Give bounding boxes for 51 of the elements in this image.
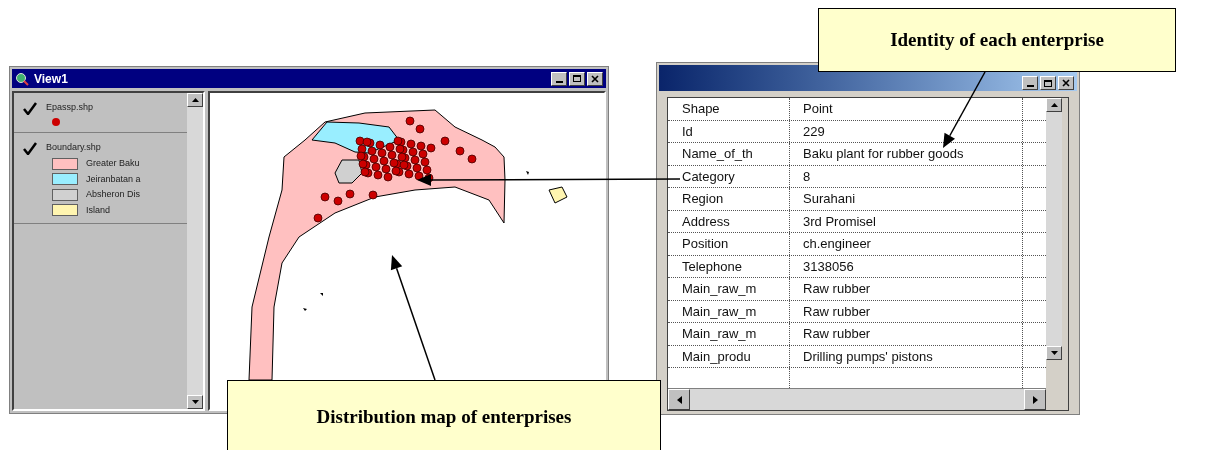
close-icon (591, 74, 599, 83)
field-value-cell: Raw rubber (790, 323, 1023, 345)
field-name-cell: Name_of_th (668, 143, 790, 165)
close-button[interactable] (587, 71, 603, 86)
field-value-cell: 3rd Promisel (790, 210, 1023, 232)
layer-name: Epassp.shp (46, 101, 94, 115)
field-value-cell: 3138056 (790, 255, 1023, 277)
legend-label: Jeiranbatan a (86, 172, 141, 186)
field-name-cell: Main_raw_m (668, 278, 790, 300)
horizontal-scrollbar[interactable] (668, 388, 1046, 410)
field-name-cell: Position (668, 233, 790, 255)
down-caret-icon (191, 400, 199, 404)
visibility-checkbox[interactable] (22, 101, 38, 115)
close-icon (1062, 79, 1070, 87)
field-value-cell: Raw rubber (790, 278, 1023, 300)
up-caret-icon (1050, 103, 1058, 107)
globe-magnifier-icon (15, 71, 29, 86)
field-name-cell: Main_produ (668, 345, 790, 367)
legend-label: Absheron Dis (86, 188, 141, 201)
window-title: View1 (34, 70, 69, 88)
field-name-cell: Address (668, 210, 790, 232)
right-caret-icon (1032, 395, 1038, 404)
down-caret-icon (1050, 351, 1058, 355)
scrollbar[interactable] (1046, 98, 1062, 360)
scrollbar[interactable] (187, 93, 203, 409)
legend-label: Greater Baku (86, 157, 140, 170)
field-name-cell: Shape (668, 98, 790, 120)
field-value-cell: ch.engineer (790, 233, 1023, 255)
field-value-cell: Drilling pumps' pistons (790, 345, 1023, 367)
layer-name: Boundary.shp (46, 141, 101, 155)
minimize-button[interactable] (551, 71, 567, 86)
maximize-button[interactable] (569, 71, 585, 86)
field-value-cell: Point (790, 98, 1023, 120)
field-value-cell: 8 (790, 165, 1023, 187)
legend-label: Island (86, 203, 111, 217)
field-name-cell: Telephone (668, 255, 790, 277)
field-name-cell: Region (668, 188, 790, 210)
field-value-cell: Surahani (790, 188, 1023, 210)
field-name-cell: Main_raw_m (668, 323, 790, 345)
field-value-cell: Raw rubber (790, 300, 1023, 322)
callout-text: Distribution map of enterprises (316, 406, 572, 429)
minimize-button[interactable] (1022, 76, 1038, 90)
up-caret-icon (191, 98, 199, 102)
field-name-cell: Id (668, 120, 790, 142)
callout-text: Identity of each enterprise (890, 29, 1104, 52)
maximize-button[interactable] (1040, 76, 1056, 90)
visibility-checkbox[interactable] (22, 141, 38, 155)
field-name-cell: Main_raw_m (668, 300, 790, 322)
field-name-cell: Category (668, 165, 790, 187)
left-caret-icon (676, 395, 682, 404)
close-button[interactable] (1058, 76, 1074, 90)
